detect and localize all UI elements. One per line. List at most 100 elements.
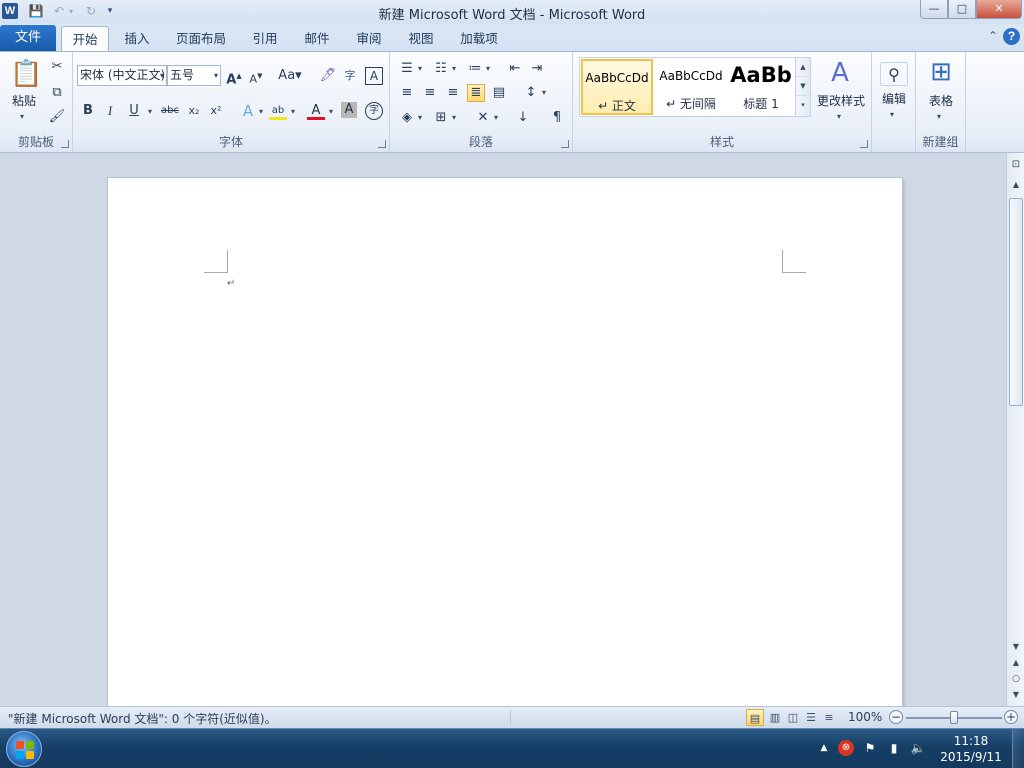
shading-icon[interactable]: ◈ xyxy=(398,109,416,127)
numbering-dropdown-icon[interactable]: ▾ xyxy=(452,64,456,73)
zoom-in-icon[interactable]: + xyxy=(1004,710,1018,724)
decrease-indent-icon[interactable]: ⇤ xyxy=(506,60,524,78)
tab-addins[interactable]: 加载项 xyxy=(452,26,506,51)
security-tray-icon[interactable]: ⊗ xyxy=(838,740,854,756)
close-button[interactable]: ✕ xyxy=(976,0,1022,19)
print-layout-icon[interactable]: ▤ xyxy=(746,709,764,726)
word-count-status[interactable]: "新建 Microsoft Word 文档": 0 个字符(近似值)。 xyxy=(8,710,277,727)
text-effects-icon[interactable]: A xyxy=(239,102,257,120)
paste-icon[interactable]: 📋 xyxy=(10,58,42,90)
paragraph-launcher-icon[interactable] xyxy=(561,140,569,148)
tab-insert[interactable]: 插入 xyxy=(116,26,158,51)
font-name-dropdown-icon[interactable]: ▾ xyxy=(160,66,164,85)
previous-page-icon[interactable]: ▲ xyxy=(1008,655,1024,671)
character-shading-icon[interactable]: A xyxy=(341,102,357,118)
style-heading-1[interactable]: AaBb 标题 1 xyxy=(728,59,794,115)
minimize-button[interactable]: — xyxy=(920,0,948,19)
editing-dropdown-icon[interactable]: ▾ xyxy=(890,110,894,119)
clear-formatting-icon[interactable]: 🖊 xyxy=(319,67,337,85)
volume-icon[interactable]: 🔈 xyxy=(910,740,926,756)
bullets-icon[interactable]: ☰ xyxy=(398,60,416,78)
tab-page-layout[interactable]: 页面布局 xyxy=(168,26,234,51)
full-screen-reading-icon[interactable]: ▥ xyxy=(766,709,784,726)
outline-icon[interactable]: ☰ xyxy=(802,709,820,726)
scroll-down-icon[interactable]: ▼ xyxy=(1008,639,1024,655)
tab-view[interactable]: 视图 xyxy=(400,26,442,51)
maximize-button[interactable]: □ xyxy=(948,0,976,19)
sort-icon[interactable]: ↓ xyxy=(514,109,532,127)
numbering-icon[interactable]: ☷ xyxy=(432,60,450,78)
styles-scroll-down-icon[interactable]: ▼ xyxy=(796,77,810,96)
web-layout-icon[interactable]: ◫ xyxy=(784,709,802,726)
scroll-thumb[interactable] xyxy=(1009,198,1023,406)
font-name-combo[interactable]: 宋体 (中文正文) ▾ xyxy=(77,65,167,86)
chinese-layout-icon[interactable]: ✕ xyxy=(474,109,492,127)
table-dropdown-icon[interactable]: ▾ xyxy=(937,112,941,121)
draft-icon[interactable]: ≡ xyxy=(820,709,838,726)
binoculars-icon[interactable]: ⚲ xyxy=(880,62,908,86)
show-desktop-button[interactable] xyxy=(1012,729,1024,768)
line-spacing-dropdown-icon[interactable]: ▾ xyxy=(542,88,546,97)
superscript-icon[interactable]: x² xyxy=(207,102,225,120)
shrink-font-icon[interactable]: A▼ xyxy=(247,67,265,86)
font-size-dropdown-icon[interactable]: ▾ xyxy=(214,66,218,85)
highlight-icon[interactable]: ab xyxy=(269,102,287,120)
change-styles-dropdown-icon[interactable]: ▾ xyxy=(837,112,841,121)
format-painter-icon[interactable]: 🖌 xyxy=(48,108,66,126)
next-page-icon[interactable]: ▼ xyxy=(1008,687,1024,703)
zoom-level[interactable]: 100% xyxy=(848,710,882,724)
multilevel-list-dropdown-icon[interactable]: ▾ xyxy=(486,64,490,73)
table-button[interactable]: 表格 xyxy=(919,92,963,110)
change-styles-button[interactable]: 更改样式 xyxy=(813,92,869,110)
vertical-scrollbar[interactable]: ⊡ ▲ ▼ ▲ ○ ▼ xyxy=(1006,153,1024,706)
paste-dropdown-icon[interactable]: ▾ xyxy=(20,112,24,121)
change-styles-icon[interactable]: A xyxy=(825,58,855,88)
italic-icon[interactable]: I xyxy=(101,102,119,120)
table-icon[interactable]: ⊞ xyxy=(926,58,956,86)
show-hide-marks-icon[interactable]: ¶ xyxy=(548,109,566,127)
tab-references[interactable]: 引用 xyxy=(244,26,286,51)
multilevel-list-icon[interactable]: ≔ xyxy=(466,60,484,78)
paste-button[interactable]: 粘贴 xyxy=(4,92,44,110)
font-launcher-icon[interactable] xyxy=(378,140,386,148)
tab-file[interactable]: 文件 xyxy=(0,25,56,51)
align-center-icon[interactable]: ≡ xyxy=(421,84,439,102)
grow-font-icon[interactable]: A▲ xyxy=(225,67,243,87)
underline-dropdown-icon[interactable]: ▾ xyxy=(148,107,152,116)
bold-icon[interactable]: B xyxy=(79,102,97,120)
phonetic-guide-icon[interactable]: 字 xyxy=(341,67,359,85)
tab-home[interactable]: 开始 xyxy=(61,26,109,51)
justify-icon[interactable]: ≣ xyxy=(467,84,485,102)
styles-scroll-up-icon[interactable]: ▲ xyxy=(796,58,810,77)
style-normal[interactable]: AaBbCcDd ↵ 正文 xyxy=(581,59,653,115)
start-button[interactable] xyxy=(6,731,42,767)
clipboard-launcher-icon[interactable] xyxy=(61,140,69,148)
network-icon[interactable]: ▮ xyxy=(886,740,902,756)
font-color-dropdown-icon[interactable]: ▾ xyxy=(329,107,333,116)
collapse-ribbon-icon[interactable]: ⌃ xyxy=(988,29,998,43)
underline-icon[interactable]: U xyxy=(125,102,143,120)
distributed-icon[interactable]: ▤ xyxy=(490,84,508,102)
font-color-icon[interactable]: A xyxy=(307,102,325,120)
line-spacing-icon[interactable]: ↕ xyxy=(522,84,540,102)
font-size-combo[interactable]: 五号 ▾ xyxy=(167,65,221,86)
highlight-dropdown-icon[interactable]: ▾ xyxy=(291,107,295,116)
change-case-icon[interactable]: Aa▾ xyxy=(278,67,302,85)
style-no-spacing[interactable]: AaBbCcDd ↵ 无间隔 xyxy=(655,59,727,115)
zoom-out-icon[interactable]: − xyxy=(889,710,903,724)
tab-review[interactable]: 审阅 xyxy=(348,26,390,51)
align-right-icon[interactable]: ≡ xyxy=(444,84,462,102)
tab-mailings[interactable]: 邮件 xyxy=(296,26,338,51)
text-effects-dropdown-icon[interactable]: ▾ xyxy=(259,107,263,116)
character-border-icon[interactable]: A xyxy=(365,67,383,85)
action-center-icon[interactable]: ⚑ xyxy=(862,740,878,756)
clock[interactable]: 11:18 2015/9/11 xyxy=(936,733,1006,765)
chinese-layout-dropdown-icon[interactable]: ▾ xyxy=(494,113,498,122)
strikethrough-icon[interactable]: abc xyxy=(159,102,181,120)
cut-icon[interactable]: ✂ xyxy=(48,58,66,76)
align-left-icon[interactable]: ≡ xyxy=(398,84,416,102)
scroll-up-icon[interactable]: ▲ xyxy=(1008,177,1024,193)
show-hidden-icons[interactable]: ▲ xyxy=(816,740,832,756)
document-page[interactable]: ↵ xyxy=(108,178,902,718)
subscript-icon[interactable]: x₂ xyxy=(185,102,203,120)
